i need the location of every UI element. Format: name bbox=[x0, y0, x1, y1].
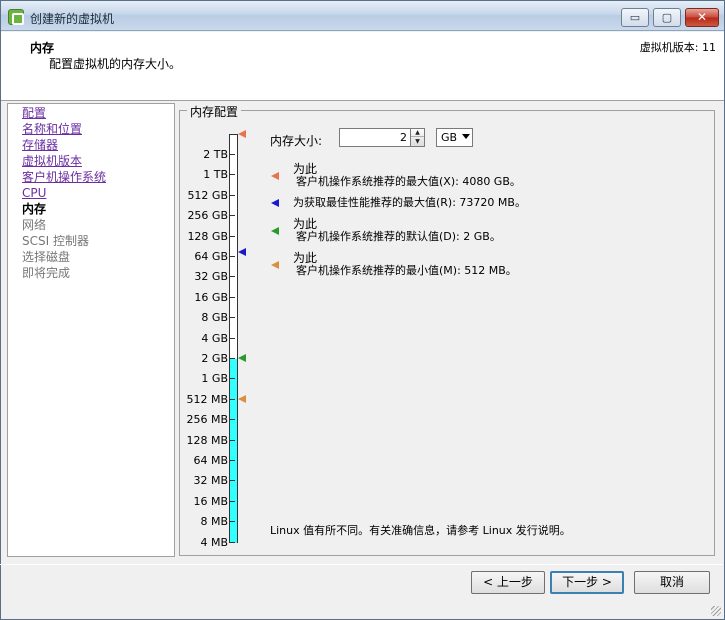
scale-label: 16 MB bbox=[193, 494, 228, 508]
scale-label: 1 GB bbox=[201, 372, 228, 386]
scale-tick bbox=[229, 439, 235, 441]
legend-triangle-icon bbox=[271, 199, 279, 207]
wizard-header: 内存 配置虚拟机的内存大小。 虚拟机版本: 11 bbox=[1, 32, 724, 101]
scale-label: 2 TB bbox=[203, 148, 228, 161]
scale-label: 512 MB bbox=[186, 392, 228, 406]
default-marker[interactable] bbox=[238, 354, 246, 362]
scale-label: 4 GB bbox=[201, 331, 228, 345]
linux-footnote: Linux 值有所不同。有关准确信息，请参考 Linux 发行说明。 bbox=[270, 524, 571, 537]
resize-grip-icon[interactable] bbox=[711, 606, 721, 616]
vm-version: 虚拟机版本: 11 bbox=[639, 41, 716, 54]
scale-label: 8 GB bbox=[201, 311, 228, 325]
scale-tick bbox=[229, 541, 235, 543]
chevron-down-icon bbox=[462, 134, 470, 139]
nav-step-3[interactable]: 虚拟机版本 bbox=[22, 154, 82, 168]
page-title: 内存 bbox=[30, 41, 55, 55]
scale-label: 32 GB bbox=[194, 270, 228, 284]
scale-label: 4 MB bbox=[200, 535, 228, 549]
best-performance-marker[interactable] bbox=[238, 248, 246, 256]
scale-label: 128 MB bbox=[186, 433, 228, 447]
scale-label: 64 MB bbox=[193, 454, 228, 467]
close-button[interactable]: ✕ bbox=[685, 8, 719, 27]
scale-tick bbox=[229, 235, 235, 237]
window-title: 创建新的虚拟机 bbox=[30, 12, 115, 26]
minimize-button[interactable]: ▭ bbox=[621, 8, 649, 27]
scale-label: 64 GB bbox=[194, 250, 228, 263]
memory-size-label: 内存大小: bbox=[270, 134, 323, 148]
nav-step-10: 即将完成 bbox=[22, 266, 71, 280]
scale-tick bbox=[229, 215, 235, 217]
scale-label: 2 GB bbox=[201, 352, 228, 365]
next-button[interactable]: 下一步 > bbox=[550, 571, 624, 594]
legend-text: 客户机操作系统推荐的最小值(M): 512 MB。 bbox=[296, 264, 517, 277]
nav-step-9: 选择磁盘 bbox=[22, 250, 71, 264]
nav-step-8: SCSI 控制器 bbox=[22, 234, 89, 248]
scale-label: 32 MB bbox=[193, 474, 228, 488]
scale-tick bbox=[229, 337, 235, 339]
memory-unit-value: GB bbox=[441, 131, 458, 144]
nav-step-1[interactable]: 名称和位置 bbox=[22, 122, 82, 136]
scale-tick bbox=[229, 154, 235, 155]
scale-label: 1 TB bbox=[203, 168, 228, 182]
scale-label: 256 GB bbox=[187, 209, 228, 223]
memory-unit-select[interactable]: GB bbox=[436, 128, 473, 147]
legend-triangle-icon bbox=[271, 261, 279, 269]
vsphere-app-icon bbox=[8, 9, 24, 25]
scale-tick bbox=[229, 256, 235, 257]
cancel-button[interactable]: 取消 bbox=[634, 571, 710, 594]
scale-tick bbox=[229, 317, 235, 319]
scale-tick bbox=[229, 521, 235, 523]
scale-label: 128 GB bbox=[187, 229, 228, 243]
max-recommended-marker[interactable] bbox=[238, 130, 246, 138]
legend-text: 为获取最佳性能推荐的最大值(R): 73720 MB。 bbox=[293, 196, 526, 209]
legend-triangle-icon bbox=[271, 172, 279, 180]
nav-step-0[interactable]: 配置 bbox=[22, 106, 46, 120]
scale-tick bbox=[229, 276, 235, 278]
scale-label: 8 MB bbox=[200, 515, 228, 529]
bottom-divider bbox=[0, 564, 723, 565]
nav-step-5[interactable]: CPU bbox=[22, 186, 46, 200]
maximize-button[interactable]: ▢ bbox=[653, 8, 681, 27]
scale-tick bbox=[229, 296, 235, 298]
title-bar[interactable]: 创建新的虚拟机 ▭ ▢ ✕ bbox=[1, 1, 724, 31]
scale-tick bbox=[229, 460, 235, 461]
scale-tick bbox=[229, 358, 235, 359]
back-button[interactable]: < 上一步 bbox=[471, 571, 545, 594]
scale-tick bbox=[229, 174, 235, 176]
scale-label: 16 GB bbox=[194, 290, 228, 304]
legend-text: 客户机操作系统推荐的默认值(D): 2 GB。 bbox=[296, 230, 501, 243]
spin-down-icon[interactable]: ▼ bbox=[411, 138, 424, 146]
legend-triangle-icon bbox=[271, 227, 279, 235]
page-subtitle: 配置虚拟机的内存大小。 bbox=[49, 57, 182, 71]
min-recommended-marker[interactable] bbox=[238, 394, 246, 403]
nav-step-2[interactable]: 存储器 bbox=[22, 138, 58, 152]
scale-tick bbox=[229, 398, 235, 400]
nav-step-4[interactable]: 客户机操作系统 bbox=[22, 170, 106, 184]
scale-tick bbox=[229, 419, 235, 421]
spin-up-icon[interactable]: ▲ bbox=[411, 129, 424, 137]
memory-size-input[interactable] bbox=[339, 128, 411, 147]
scale-tick bbox=[229, 500, 235, 502]
legend-text: 客户机操作系统推荐的最大值(X): 4080 GB。 bbox=[296, 175, 521, 188]
memory-config-title: 内存配置 bbox=[187, 103, 242, 120]
scale-label: 512 GB bbox=[187, 188, 228, 202]
scale-tick bbox=[229, 194, 235, 196]
scale-tick bbox=[229, 378, 235, 380]
scale-label: 256 MB bbox=[186, 413, 228, 427]
memory-scale-fill bbox=[230, 359, 237, 543]
scale-tick bbox=[229, 480, 235, 482]
memory-size-stepper[interactable]: ▲ ▼ bbox=[410, 128, 425, 147]
nav-step-6: 内存 bbox=[22, 202, 47, 216]
nav-step-7: 网络 bbox=[22, 218, 47, 232]
